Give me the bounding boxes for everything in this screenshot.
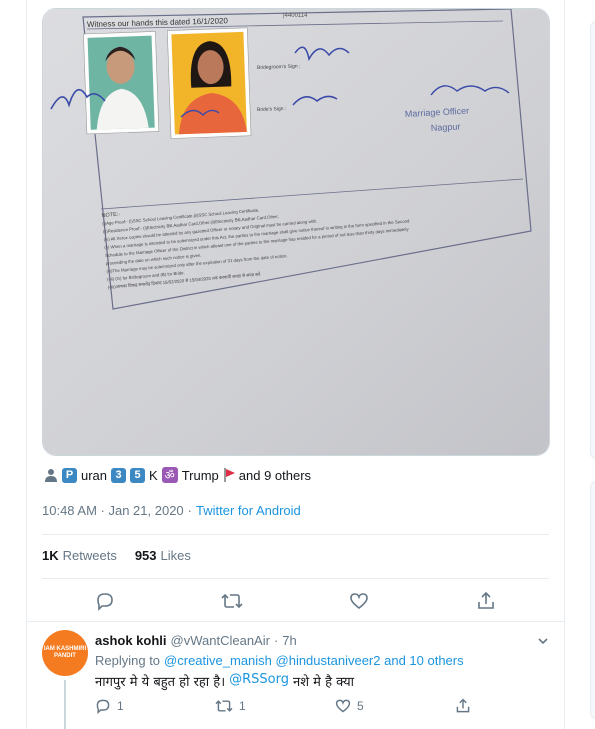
number-badge-2: 5 (130, 467, 146, 483)
place-label: Nagpur (431, 121, 461, 133)
reply-button[interactable] (93, 590, 117, 612)
more-options-button[interactable] (537, 634, 549, 652)
separator-dot: · (187, 503, 192, 518)
tweet-timestamp: 10:48 AM · Jan 21, 2020 · Twitter for An… (42, 503, 301, 518)
reply-mention[interactable]: @RSSorg (229, 672, 289, 690)
retweets-label[interactable]: Retweets (63, 548, 117, 563)
reply-actions: 1 1 5 (95, 698, 471, 714)
reply-icon (97, 593, 114, 611)
letter-badge: P (62, 467, 77, 483)
reply-share-button[interactable] (455, 698, 471, 714)
chevron-down-icon (538, 638, 548, 645)
sidebar-panel-lower (590, 480, 595, 720)
divider-stats (42, 578, 549, 579)
tagged-trump: Trump (181, 467, 219, 483)
retweet-icon (215, 700, 233, 712)
tagged-users[interactable]: P uran 3 5 K ॐ Trump and 9 others (44, 465, 311, 485)
likes-count[interactable]: 953 (135, 548, 157, 563)
heart-icon (350, 593, 368, 610)
doc-ref: |4400114 (283, 13, 308, 19)
tweet-time[interactable]: 10:48 AM · Jan 21, 2020 (42, 503, 184, 518)
replying-label: Replying to (95, 653, 161, 668)
reply-text: नागपुर मे ये बहुत हो रहा है। @RSSorg नशे… (95, 672, 354, 690)
share-button[interactable] (474, 590, 498, 612)
tagged-name: uran (81, 467, 108, 483)
thread-line (64, 680, 66, 729)
column-border-left (26, 0, 27, 729)
reply-reply-button[interactable]: 1 (95, 698, 215, 714)
number-badge-1: 3 (111, 467, 127, 483)
tweet-media-photo[interactable]: Witness our hands this dated 16/1/2020 |… (42, 8, 550, 456)
avatar[interactable]: IAM KASHMIRI PANDIT (42, 630, 88, 676)
groom-photo (83, 31, 160, 135)
column-border-right (564, 0, 565, 729)
share-icon (477, 591, 494, 609)
tweet-source-link[interactable]: Twitter for Android (196, 503, 301, 518)
replying-to: Replying to @creative_manish @hindustani… (95, 653, 464, 668)
reply-time[interactable]: 7h (282, 633, 296, 648)
person-icon (45, 469, 57, 482)
reply-like-count: 5 (357, 699, 364, 713)
reply-dot: · (273, 633, 279, 648)
om-icon: ॐ (161, 467, 178, 483)
reply-icon (96, 699, 110, 714)
divider-top (42, 534, 549, 535)
sidebar-panel (590, 20, 595, 460)
tweet-actions (42, 590, 549, 612)
reply-text-start: नागपुर मे ये बहुत हो रहा है। (95, 675, 226, 690)
reply-like-button[interactable]: 5 (335, 698, 455, 714)
reply-count: 1 (117, 699, 124, 713)
heart-icon (335, 699, 351, 713)
retweets-count[interactable]: 1K (42, 548, 59, 563)
like-button[interactable] (347, 590, 371, 612)
bride-photo (166, 27, 252, 139)
retweet-icon (221, 593, 243, 609)
flag-icon (223, 468, 235, 482)
reply-author-name[interactable]: ashok kohli (95, 633, 167, 648)
retweet-button[interactable] (220, 590, 244, 612)
tweet-stats: 1K Retweets 953 Likes (42, 548, 191, 563)
reply-header: ashok kohli @vWantCleanAir · 7h (95, 633, 297, 648)
tagged-k: K (149, 467, 158, 483)
reply-retweet-count: 1 (239, 699, 246, 713)
share-icon (456, 698, 470, 713)
replying-to-users[interactable]: @creative_manish @hindustaniveer2 and 10… (164, 653, 464, 668)
reply-author-handle[interactable]: @vWantCleanAir (171, 633, 270, 648)
reply-retweet-button[interactable]: 1 (215, 698, 335, 714)
reply-text-end: नशे मे है क्या (293, 675, 354, 690)
tagged-others: and 9 others (238, 467, 312, 483)
reply-tweet[interactable]: IAM KASHMIRI PANDIT ashok kohli @vWantCl… (27, 622, 564, 729)
sign2-label: Bride's Sign : (257, 106, 287, 113)
likes-label[interactable]: Likes (161, 548, 191, 563)
document-photo: Witness our hands this dated 16/1/2020 |… (43, 9, 549, 455)
